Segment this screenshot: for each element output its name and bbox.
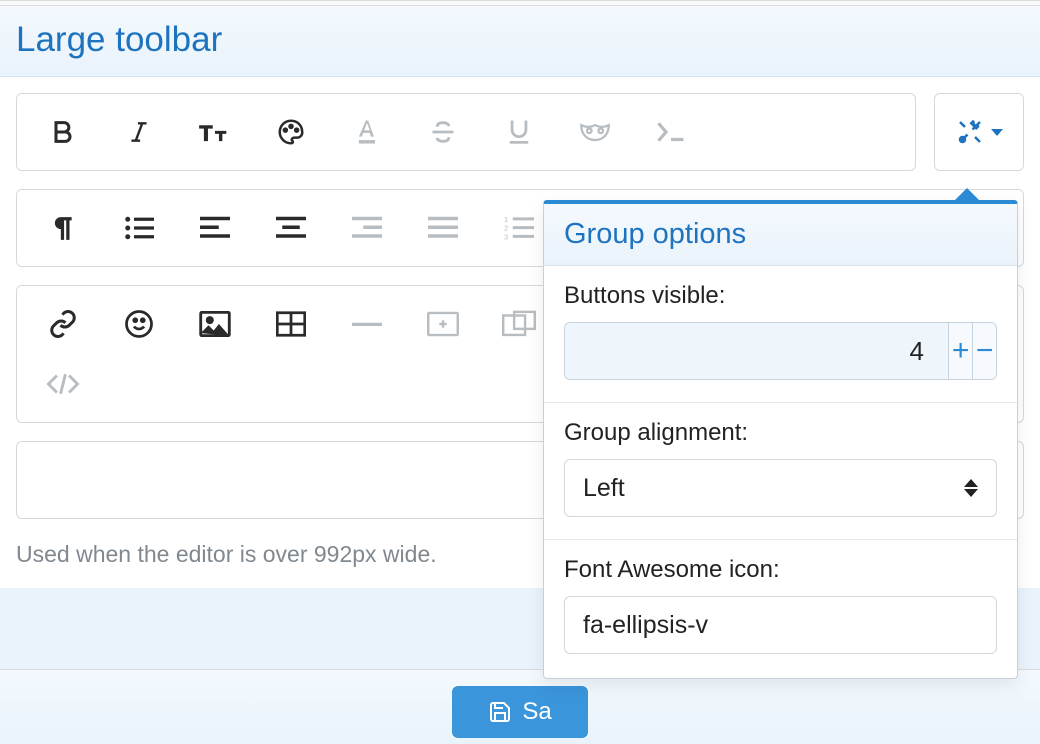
mask-icon[interactable] bbox=[565, 102, 625, 162]
fa-icon-section: Font Awesome icon: bbox=[544, 540, 1017, 678]
buttons-visible-stepper: + − bbox=[564, 322, 997, 380]
hr-icon[interactable] bbox=[337, 294, 397, 354]
group-options-popover: Group options Buttons visible: + − Group… bbox=[543, 200, 1018, 679]
align-right-icon[interactable] bbox=[337, 198, 397, 258]
group-settings-container bbox=[934, 93, 1024, 171]
section-header: Large toolbar bbox=[0, 6, 1040, 77]
stepper-plus-button[interactable]: + bbox=[949, 323, 972, 379]
popover-title: Group options bbox=[544, 204, 1017, 266]
svg-text:3: 3 bbox=[504, 232, 508, 241]
tools-icon bbox=[955, 117, 985, 147]
link-icon[interactable] bbox=[33, 294, 93, 354]
group-alignment-select[interactable]: Left bbox=[564, 459, 997, 517]
smile-icon[interactable] bbox=[109, 294, 169, 354]
select-caret-icon bbox=[964, 479, 978, 497]
fa-icon-input[interactable] bbox=[564, 596, 997, 654]
bold-icon[interactable] bbox=[33, 102, 93, 162]
buttons-visible-section: Buttons visible: + − bbox=[544, 266, 1017, 403]
buttons-visible-input[interactable] bbox=[565, 323, 949, 379]
palette-icon[interactable] bbox=[261, 102, 321, 162]
list-ul-icon[interactable] bbox=[109, 198, 169, 258]
align-center-icon[interactable] bbox=[261, 198, 321, 258]
group-alignment-label: Group alignment: bbox=[564, 419, 997, 447]
save-label: Sa bbox=[522, 698, 551, 726]
save-button[interactable]: Sa bbox=[452, 686, 587, 738]
toolbar-row-1 bbox=[16, 93, 1024, 171]
paragraph-icon[interactable] bbox=[33, 198, 93, 258]
buttons-visible-label: Buttons visible: bbox=[564, 282, 997, 310]
terminal-icon[interactable] bbox=[641, 102, 701, 162]
strikethrough-icon[interactable] bbox=[413, 102, 473, 162]
group-alignment-section: Group alignment: Left bbox=[544, 403, 1017, 540]
video-icon[interactable] bbox=[413, 294, 473, 354]
stepper-minus-button[interactable]: − bbox=[972, 323, 996, 379]
fa-icon-label: Font Awesome icon: bbox=[564, 556, 997, 584]
text-size-icon[interactable] bbox=[185, 102, 245, 162]
italic-icon[interactable] bbox=[109, 102, 169, 162]
image-overlay-icon[interactable] bbox=[489, 294, 549, 354]
code-icon[interactable] bbox=[33, 354, 93, 414]
list-ol-icon[interactable]: 123 bbox=[489, 198, 549, 258]
align-justify-icon[interactable] bbox=[413, 198, 473, 258]
align-left-icon[interactable] bbox=[185, 198, 245, 258]
image-icon[interactable] bbox=[185, 294, 245, 354]
svg-text:1: 1 bbox=[504, 215, 508, 224]
svg-text:2: 2 bbox=[504, 224, 508, 233]
footer-bar: Sa bbox=[0, 669, 1040, 744]
chevron-down-icon bbox=[991, 129, 1003, 136]
font-color-icon[interactable] bbox=[337, 102, 397, 162]
page-title: Large toolbar bbox=[16, 20, 1024, 60]
group-alignment-value: Left bbox=[583, 474, 625, 503]
popover-arrow bbox=[953, 188, 981, 202]
underline-icon[interactable] bbox=[489, 102, 549, 162]
save-icon bbox=[488, 700, 512, 724]
toolbar-group-text bbox=[16, 93, 916, 171]
table-icon[interactable] bbox=[261, 294, 321, 354]
group-settings-button[interactable] bbox=[955, 117, 1003, 147]
